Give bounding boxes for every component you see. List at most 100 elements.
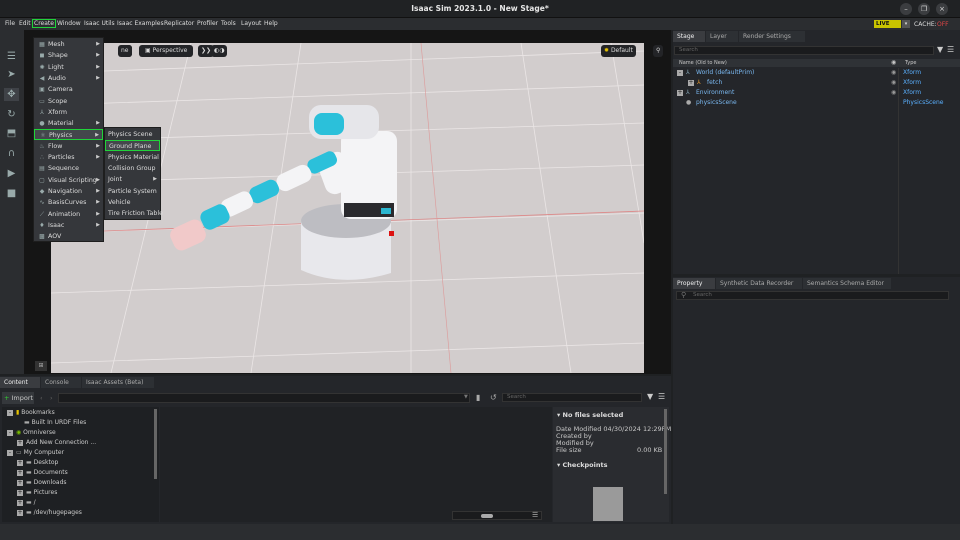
create-menu-item-scope[interactable]: ▭ Scope: [34, 96, 103, 107]
list-view-icon[interactable]: ☰: [532, 511, 538, 519]
back-icon[interactable]: ‹: [40, 394, 43, 402]
stereo-button[interactable]: ◐◑: [211, 45, 228, 57]
tree-item-pictures[interactable]: + ▬ Pictures: [17, 488, 57, 498]
tree-scrollbar[interactable]: [154, 409, 157, 479]
menu-window[interactable]: Window: [57, 20, 81, 27]
expand-icon[interactable]: +: [17, 499, 23, 506]
thumbnail-size-slider[interactable]: [452, 511, 542, 520]
location-pin-icon[interactable]: ⚲: [653, 45, 664, 57]
visibility-eye-icon[interactable]: ◉: [891, 88, 896, 98]
stage-row[interactable]: + ⅄ Environment ◉ Xform: [673, 88, 960, 98]
physics-menu-item-particle-system[interactable]: Particle System: [105, 186, 160, 197]
layers-icon[interactable]: ☰: [4, 50, 19, 63]
select-icon[interactable]: ➤: [4, 68, 19, 81]
expand-icon[interactable]: +: [17, 489, 23, 496]
options-icon[interactable]: ☰: [947, 45, 954, 54]
create-menu-item-flow[interactable]: ♨ Flow ▶: [34, 141, 103, 152]
physics-menu-item-tire-friction-table[interactable]: Tire Friction Table: [105, 208, 163, 219]
physics-menu-item-vehicle[interactable]: Vehicle: [105, 197, 160, 208]
tree-item-my-computer[interactable]: - ▭ My Computer: [7, 448, 64, 458]
expand-icon[interactable]: +: [17, 459, 23, 466]
create-menu-item-navigation[interactable]: ◆ Navigation ▶: [34, 186, 103, 197]
tab-isaac-assets[interactable]: Isaac Assets (Beta): [82, 377, 154, 388]
menu-isaac-examples[interactable]: Isaac Examples: [117, 20, 164, 27]
create-menu-item-xform[interactable]: ⅄ Xform: [34, 107, 103, 118]
fps-button[interactable]: ne: [118, 45, 132, 57]
physics-menu-item-physics-scene[interactable]: Physics Scene: [105, 129, 160, 140]
path-dropdown-icon[interactable]: ▼: [464, 394, 468, 400]
create-menu-item-basiscurves[interactable]: ∿ BasisCurves ▶: [34, 197, 103, 208]
physics-menu-item-physics-material[interactable]: Physics Material: [105, 152, 160, 163]
physics-menu-item-ground-plane[interactable]: Ground Plane: [105, 140, 160, 152]
snap-icon[interactable]: ∩: [4, 147, 19, 160]
move-icon[interactable]: ✥: [4, 88, 19, 101]
menu-replicator[interactable]: Replicator: [164, 20, 194, 27]
tab-synthetic-data-recorder[interactable]: Synthetic Data Recorder: [716, 278, 802, 289]
menu-create[interactable]: Create: [32, 19, 56, 28]
content-options-icon[interactable]: ☰: [658, 392, 665, 401]
expand-icon[interactable]: +: [17, 509, 23, 516]
rotate-icon[interactable]: ↻: [4, 108, 19, 121]
tree-item-documents[interactable]: + ▬ Documents: [17, 468, 68, 478]
expand-icon[interactable]: +: [17, 439, 23, 446]
checkpoints-header[interactable]: ▾ Checkpoints: [557, 461, 607, 469]
bookmark-icon[interactable]: ▮: [476, 393, 480, 402]
close-button[interactable]: ×: [936, 3, 948, 15]
expand-icon[interactable]: +: [677, 90, 683, 96]
scale-icon[interactable]: ⬒: [4, 127, 19, 140]
create-menu-item-visual-scripting[interactable]: ▢ Visual Scripting ▶: [34, 175, 103, 186]
play-icon[interactable]: ▶: [4, 167, 19, 180]
refresh-icon[interactable]: ↺: [490, 393, 497, 402]
tab-layer[interactable]: Layer: [706, 31, 738, 42]
stage-search-input[interactable]: Search: [674, 46, 934, 55]
collapse-icon[interactable]: -: [677, 70, 683, 76]
create-menu-item-particles[interactable]: ∴ Particles ▶: [34, 152, 103, 163]
tab-content[interactable]: Content: [0, 377, 40, 388]
create-menu-item-physics[interactable]: ⚛ Physics ▶: [34, 129, 103, 141]
tree-item-hugepages[interactable]: + ▬ /dev/hugepages: [17, 508, 82, 518]
create-menu-item-aov[interactable]: ▩ AOV: [34, 231, 103, 242]
create-menu-item-animation[interactable]: ⟋ Animation ▶: [34, 209, 103, 220]
create-menu-item-shape[interactable]: ◼ Shape ▶: [34, 50, 103, 61]
create-menu-item-isaac[interactable]: ♦ Isaac ▶: [34, 220, 103, 231]
tree-item-omniverse[interactable]: - ◉ Omniverse: [7, 428, 56, 438]
menu-profiler[interactable]: Profiler: [197, 20, 218, 27]
create-menu-item-material[interactable]: ● Material ▶: [34, 118, 103, 129]
create-menu-item-camera[interactable]: ▣ Camera: [34, 84, 103, 95]
stage-row[interactable]: ● physicsScene PhysicsScene: [673, 98, 960, 108]
collapse-icon[interactable]: -: [7, 449, 13, 456]
col-name-header[interactable]: Name (Old to New): [679, 60, 727, 66]
tab-property[interactable]: Property: [673, 278, 715, 289]
forward-icon[interactable]: ›: [50, 394, 53, 402]
tree-item-root[interactable]: + ▬ /: [17, 498, 36, 508]
details-scrollbar[interactable]: [664, 409, 667, 494]
property-search-input[interactable]: Search: [676, 291, 949, 300]
lighting-button[interactable]: ✹ Default: [601, 45, 636, 57]
expand-icon[interactable]: +: [17, 469, 23, 476]
content-search-input[interactable]: Search: [502, 393, 642, 402]
maximize-button[interactable]: ❐: [918, 3, 930, 15]
expand-icon[interactable]: +: [17, 479, 23, 486]
live-dropdown-icon[interactable]: ▾: [902, 20, 910, 28]
menu-help[interactable]: Help: [264, 20, 278, 27]
physics-menu-item-joint[interactable]: Joint ▶: [105, 174, 160, 185]
live-badge[interactable]: LIVE: [874, 20, 901, 28]
file-browser-area[interactable]: [160, 407, 552, 522]
create-menu-item-audio[interactable]: ◀ Audio ▶: [34, 73, 103, 84]
path-field[interactable]: [58, 393, 470, 403]
tab-console[interactable]: Console: [41, 377, 81, 388]
stage-row[interactable]: + ⅄ fetch ◉ Xform: [673, 78, 960, 88]
tree-item-desktop[interactable]: + ▬ Desktop: [17, 458, 58, 468]
menu-file[interactable]: File: [5, 20, 15, 27]
stage-row[interactable]: - ⅄ World (defaultPrim) ◉ Xform: [673, 68, 960, 78]
expand-icon[interactable]: +: [688, 80, 694, 86]
tree-item-bookmarks[interactable]: - ▮ Bookmarks: [7, 408, 55, 418]
menu-edit[interactable]: Edit: [19, 20, 31, 27]
visibility-eye-icon[interactable]: ◉: [891, 78, 896, 88]
collapse-icon[interactable]: -: [7, 409, 13, 416]
collapse-icon[interactable]: -: [7, 429, 13, 436]
tree-item-add-connection[interactable]: + Add New Connection ...: [17, 438, 96, 448]
tab-stage[interactable]: Stage: [673, 31, 705, 42]
tab-semantics-schema-editor[interactable]: Semantics Schema Editor: [803, 278, 891, 289]
camera-button[interactable]: ▣ Perspective: [139, 45, 194, 57]
